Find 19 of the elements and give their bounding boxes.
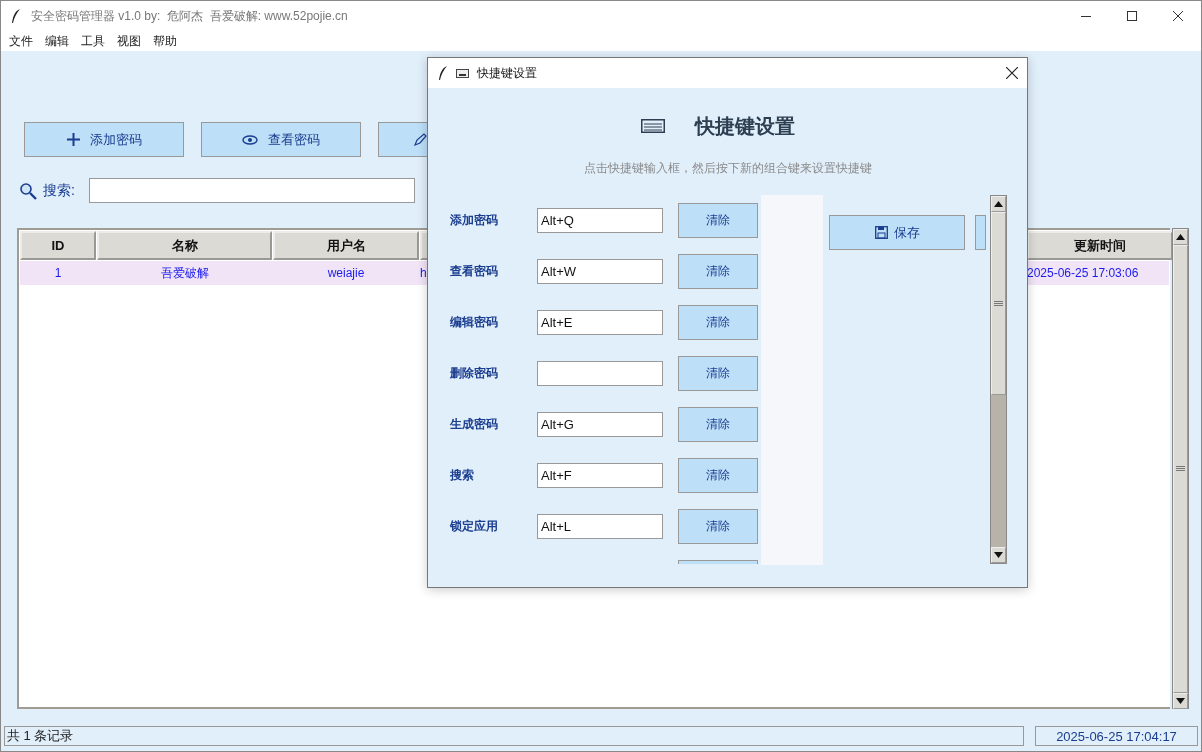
- window-title: 安全密码管理器 v1.0 by: 危阿杰 吾爱破解: www.52pojie.cn: [31, 7, 348, 25]
- record-count: 共 1 条记录: [4, 726, 1024, 746]
- shortcut-label: 锁定应用: [450, 517, 499, 535]
- shortcut-label: 添加密码: [450, 211, 499, 229]
- table-cell-text: weiajie: [326, 265, 366, 282]
- hint-text: 点击快捷键输入框，然后按下新的组合键来设置快捷键: [582, 160, 873, 177]
- dialog-title: 快捷键设置: [477, 64, 537, 82]
- table-cell: h: [420, 266, 427, 280]
- table-cell-text: 吾爱破解: [159, 264, 210, 282]
- search-label: 搜索:: [43, 181, 75, 200]
- status-time: 2025-06-25 17:04:17: [1035, 726, 1198, 746]
- shortcut-label: 删除密码: [450, 364, 499, 382]
- shortcut-label: 查看密码: [450, 262, 499, 280]
- shortcut-label: 搜索: [450, 466, 475, 484]
- table-cell-text: 2025-06-25 17:03:06: [1027, 265, 1140, 282]
- shortcut-label: 生成密码: [450, 415, 499, 433]
- dialog-heading: 快捷键设置: [694, 113, 795, 139]
- table-cell-text: 1: [53, 265, 63, 282]
- shortcut-label: 编辑密码: [450, 313, 499, 331]
